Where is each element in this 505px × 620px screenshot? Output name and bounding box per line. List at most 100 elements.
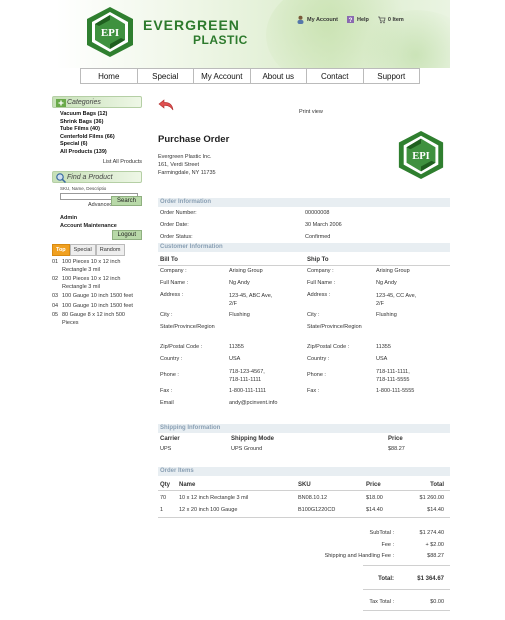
search-button[interactable]: Search [110, 196, 142, 206]
shipping-fee: $88.27 [427, 553, 444, 559]
cart-icon [377, 16, 386, 24]
epi-logo-icon: EPI [398, 130, 444, 180]
total: $1 364.67 [417, 576, 444, 582]
list-item[interactable]: 03 100 Gauge 10 inch 1500 feet [52, 293, 142, 301]
bill-fax: 1-800-111-1111 [229, 388, 267, 394]
ship-phone-label: Phone : [307, 372, 326, 378]
ship-city-label: City : [307, 312, 320, 318]
category-vacuum-bags[interactable]: Vacuum Bags (12) [60, 111, 142, 119]
col-sku: SKU [298, 482, 311, 488]
bill-fax-label: Fax : [160, 388, 173, 394]
help-link[interactable]: ? Help [346, 15, 369, 24]
ship-company: Arising Group [376, 268, 410, 274]
ship-fullname-label: Full Name : [307, 280, 336, 286]
order-number-label: Order Number: [160, 210, 197, 216]
category-special[interactable]: Special (6) [60, 141, 142, 149]
shipping-fee-label: Shipping and Handling Fee : [324, 553, 394, 559]
subtotal-label: SubTotal : [369, 530, 394, 536]
ship-address-label: Address : [307, 292, 331, 298]
page-title: Purchase Order [158, 134, 230, 145]
bill-email[interactable]: andy@pcinvent.info [229, 400, 277, 406]
ship-state-label: State/Province/Region [307, 324, 362, 330]
ship-company-label: Company : [307, 268, 334, 274]
search-icon [56, 173, 67, 184]
col-name: Name [179, 482, 196, 488]
categories-header: Categories [52, 96, 142, 108]
category-shrink-bags[interactable]: Shrink Bags (36) [60, 119, 142, 127]
divider [158, 517, 450, 518]
col-qty: Qty [160, 482, 171, 488]
back-arrow-icon[interactable] [158, 98, 176, 112]
epi-logo-icon[interactable]: EPI [84, 6, 136, 58]
nav-special[interactable]: Special [138, 69, 194, 83]
customer-info-header: Customer Information [158, 243, 450, 252]
nav-contact[interactable]: Contact [307, 69, 364, 83]
nav-home[interactable]: Home [80, 69, 138, 83]
cart-link[interactable]: 0 Item [377, 15, 404, 24]
category-tube-films[interactable]: Tube Films (40) [60, 126, 142, 134]
svg-text:?: ? [349, 18, 353, 24]
ship-fax-label: Fax : [307, 388, 320, 394]
list-item[interactable]: 04 100 Gauge 10 inch 1500 feet [52, 303, 142, 311]
bill-fullname: Ng Andy [229, 280, 250, 286]
order-info-header: Order Information [158, 198, 450, 207]
company-address: Evergreen Plastic Inc. 161, Verdi Street… [158, 154, 216, 176]
order-date: 30 March 2006 [305, 222, 342, 228]
bill-city: Flushing [229, 312, 250, 318]
shipping-mode: UPS Ground [231, 446, 263, 452]
list-all-products-link[interactable]: List All Products [52, 159, 142, 165]
col-price: Price [366, 482, 381, 488]
divider [158, 490, 450, 491]
header-banner: EPI EVERGREEN PLASTIC My Account ? Help … [56, 0, 450, 68]
bill-to-heading: Bill To [160, 257, 178, 263]
order-status-label: Order Status: [160, 234, 193, 240]
list-item[interactable]: 02 100 Pieces 10 x 12 inch Rectangle 3 mi… [52, 276, 142, 291]
tab-top[interactable]: Top [52, 244, 70, 256]
shipping-price-label: Price [388, 436, 403, 442]
bill-address: 123-45, ABC Ave, 2/F [229, 293, 273, 307]
nav-support[interactable]: Support [364, 69, 420, 83]
find-product-header: Find a Product [52, 171, 142, 184]
nav-about-us[interactable]: About us [251, 69, 307, 83]
ship-phone: 718-111-1111, 718-111-5555 [376, 369, 410, 383]
brand-name: EVERGREEN [143, 17, 240, 33]
bill-company: Arising Group [229, 268, 263, 274]
list-item[interactable]: 01 100 Pieces 10 x 12 inch Rectangle 3 mi… [52, 259, 142, 274]
ship-fullname: Ng Andy [376, 280, 397, 286]
bill-country-label: Country : [160, 356, 183, 362]
list-item[interactable]: 05 80 Gauge 8 x 12 inch 500 Pieces [52, 312, 142, 327]
svg-text:EPI: EPI [412, 151, 430, 162]
nav-my-account[interactable]: My Account [194, 69, 251, 83]
admin-link[interactable]: Admin [52, 214, 142, 222]
order-status: Confirmed [305, 234, 331, 240]
divider [363, 589, 450, 590]
carrier: UPS [160, 446, 172, 452]
logout-button[interactable]: Logout [111, 230, 142, 240]
category-centerfold-films[interactable]: Centerfold Films (66) [60, 134, 142, 142]
subtotal: $1 274.40 [419, 530, 444, 536]
ship-city: Flushing [376, 312, 397, 318]
ship-zip-label: Zip/Postal Code : [307, 344, 350, 350]
bill-zip-label: Zip/Postal Code : [160, 344, 203, 350]
tab-random[interactable]: Random [95, 244, 125, 256]
order-items-header: Order Items [158, 467, 450, 476]
tab-special[interactable]: Special [69, 244, 96, 256]
category-list: Vacuum Bags (12) Shrink Bags (36) Tube F… [52, 108, 142, 156]
order-date-label: Order Date: [160, 222, 189, 228]
top-links: My Account ? Help 0 Item [296, 15, 404, 24]
account-maintenance-link[interactable]: Account Maintenance [52, 222, 142, 230]
my-account-link[interactable]: My Account [296, 15, 338, 24]
ship-to-heading: Ship To [307, 257, 329, 263]
product-tabs: Top Special Random [52, 244, 142, 256]
tax-total: $0.00 [430, 599, 444, 605]
ship-zip: 11355 [376, 344, 391, 350]
bill-zip: 11355 [229, 344, 244, 350]
folder-plus-icon [56, 99, 66, 107]
ship-country: USA [376, 356, 388, 362]
fee: + $2.00 [425, 542, 444, 548]
ship-address: 123-45, CC Ave, 2/F [376, 293, 417, 307]
bill-address-label: Address : [160, 292, 184, 298]
category-all-products[interactable]: All Products (139) [60, 149, 142, 157]
print-view-link[interactable]: Print view [299, 109, 323, 115]
fee-label: Fee : [381, 542, 394, 548]
